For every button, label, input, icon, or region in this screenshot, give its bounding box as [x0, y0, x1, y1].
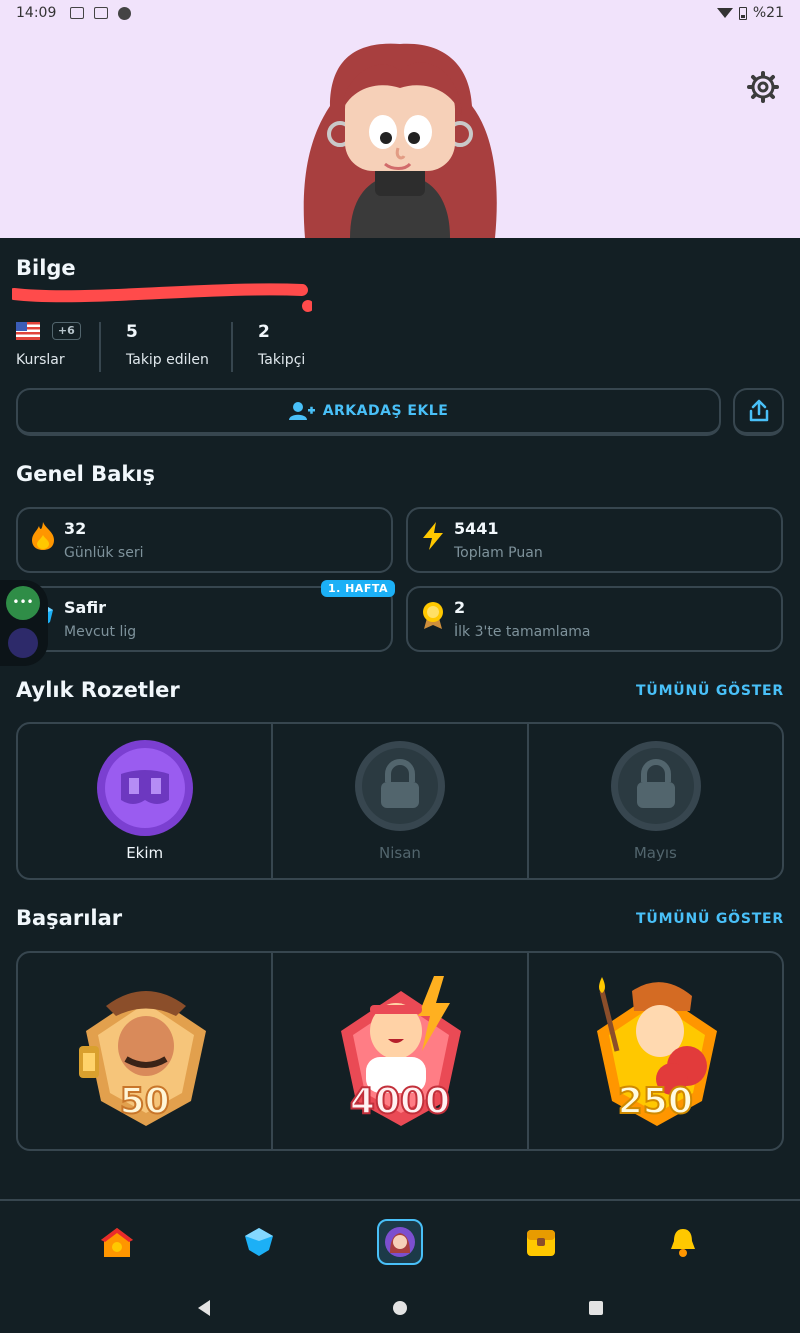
lock-icon — [610, 741, 701, 831]
total-xp-label: Toplam Puan — [454, 545, 543, 561]
settings-gear-icon[interactable] — [746, 70, 780, 104]
avatar[interactable] — [0, 26, 800, 238]
calendar-icon — [70, 7, 85, 19]
stat-value: 5 — [126, 322, 138, 342]
streak-label: Günlük seri — [64, 545, 144, 561]
medal-icon — [423, 602, 443, 629]
league-value: Safir — [64, 598, 107, 617]
calendar-icon — [94, 7, 109, 19]
wifi-icon — [716, 8, 733, 18]
nav-home[interactable] — [94, 1219, 140, 1265]
notifications-icon — [671, 1229, 695, 1257]
nav-notifications[interactable] — [660, 1219, 706, 1265]
badge-label: Ekim — [126, 844, 164, 862]
streak-card[interactable]: 32 Günlük seri — [16, 507, 393, 573]
courses-extra-count: +6 — [51, 322, 81, 340]
status-right: %21 — [716, 5, 784, 21]
fire-icon — [32, 522, 54, 550]
redaction-mark — [12, 283, 312, 312]
top3-card[interactable]: 2 İlk 3'te tamamlama — [406, 586, 783, 652]
achievement-sage[interactable]: 4000 — [271, 953, 526, 1149]
share-button[interactable] — [733, 388, 784, 436]
stat-label: Kurslar — [16, 352, 65, 368]
battery-level: %21 — [752, 5, 784, 21]
achievements-show-all[interactable]: TÜMÜNÜ GÖSTER — [636, 911, 784, 927]
nav-profile[interactable] — [377, 1219, 423, 1265]
stat-following[interactable]: 5 Takip edilen — [99, 322, 231, 372]
profile-name: Bilge — [16, 256, 76, 280]
profile-header — [0, 26, 800, 238]
profile-icon — [385, 1227, 415, 1257]
week-badge: 1. HAFTA — [320, 580, 395, 597]
top3-value: 2 — [454, 598, 466, 617]
home-icon — [101, 1228, 133, 1257]
chat-bubble-icon[interactable]: ••• — [6, 586, 40, 620]
achievements-grid: 50 4000 250 — [16, 951, 784, 1151]
stat-followers[interactable]: 2 Takipçi — [231, 322, 351, 372]
achievements-title: Başarılar — [16, 906, 123, 930]
total-xp-card[interactable]: 5441 Toplam Puan — [406, 507, 783, 573]
streak-value: 32 — [64, 519, 87, 538]
monthly-badges-title: Aylık Rozetler — [16, 678, 180, 702]
monthly-badges-grid: Ekim Nisan Mayıs — [16, 722, 784, 880]
total-xp-value: 5441 — [454, 519, 499, 538]
achievement-value: 4000 — [349, 1080, 451, 1123]
lock-icon — [355, 741, 446, 831]
league-card[interactable]: Safir Mevcut lig 1. HAFTA — [16, 580, 395, 652]
profile-stats: +6 Kurslar 5 Takip edilen 2 Takipçi — [16, 322, 351, 372]
overview-title: Genel Bakış — [16, 462, 156, 486]
stat-label: Takipçi — [258, 352, 306, 368]
system-navigation — [0, 1287, 800, 1333]
nav-shop[interactable] — [518, 1219, 564, 1265]
badge-nisan[interactable]: Nisan — [271, 724, 526, 878]
share-icon — [749, 399, 768, 422]
add-user-icon — [288, 402, 315, 420]
app-shortcut-icon[interactable] — [8, 628, 38, 658]
leagues-icon — [245, 1228, 273, 1256]
add-friend-button[interactable]: ARKADAŞ EKLE — [16, 388, 721, 436]
add-friend-label: ARKADAŞ EKLE — [322, 403, 449, 419]
ekim-badge-icon — [97, 740, 193, 836]
lightning-icon — [423, 522, 443, 550]
bottom-navigation — [0, 1199, 800, 1287]
ball-icon — [118, 6, 132, 20]
achievement-value: 250 — [617, 1080, 694, 1123]
back-icon[interactable] — [196, 1299, 212, 1317]
badge-label: Mayıs — [633, 844, 677, 862]
stat-value: 2 — [258, 322, 270, 342]
monthly-badges-show-all[interactable]: TÜMÜNÜ GÖSTER — [636, 683, 784, 699]
badge-label: Nisan — [379, 844, 421, 862]
battery-icon — [738, 6, 747, 20]
nav-leagues[interactable] — [236, 1219, 282, 1265]
stat-courses[interactable]: +6 Kurslar — [16, 322, 99, 372]
floating-chat-bubble[interactable]: ••• — [0, 580, 48, 666]
badge-mayis[interactable]: Mayıs — [526, 724, 782, 878]
league-label: Mevcut lig — [64, 624, 137, 640]
recents-icon[interactable] — [588, 1300, 604, 1316]
us-flag-icon — [16, 322, 40, 340]
stat-label: Takip edilen — [126, 352, 209, 368]
top3-label: İlk 3'te tamamlama — [454, 624, 591, 640]
achievement-explorer[interactable]: 50 — [18, 953, 271, 1149]
badge-ekim[interactable]: Ekim — [18, 724, 271, 878]
status-bar: 14:09 %21 — [0, 0, 800, 26]
status-time: 14:09 — [16, 5, 57, 21]
achievement-scholar[interactable]: 250 — [526, 953, 782, 1149]
achievement-value: 50 — [119, 1080, 171, 1123]
shop-icon — [527, 1230, 555, 1256]
home-button-icon[interactable] — [392, 1300, 408, 1316]
